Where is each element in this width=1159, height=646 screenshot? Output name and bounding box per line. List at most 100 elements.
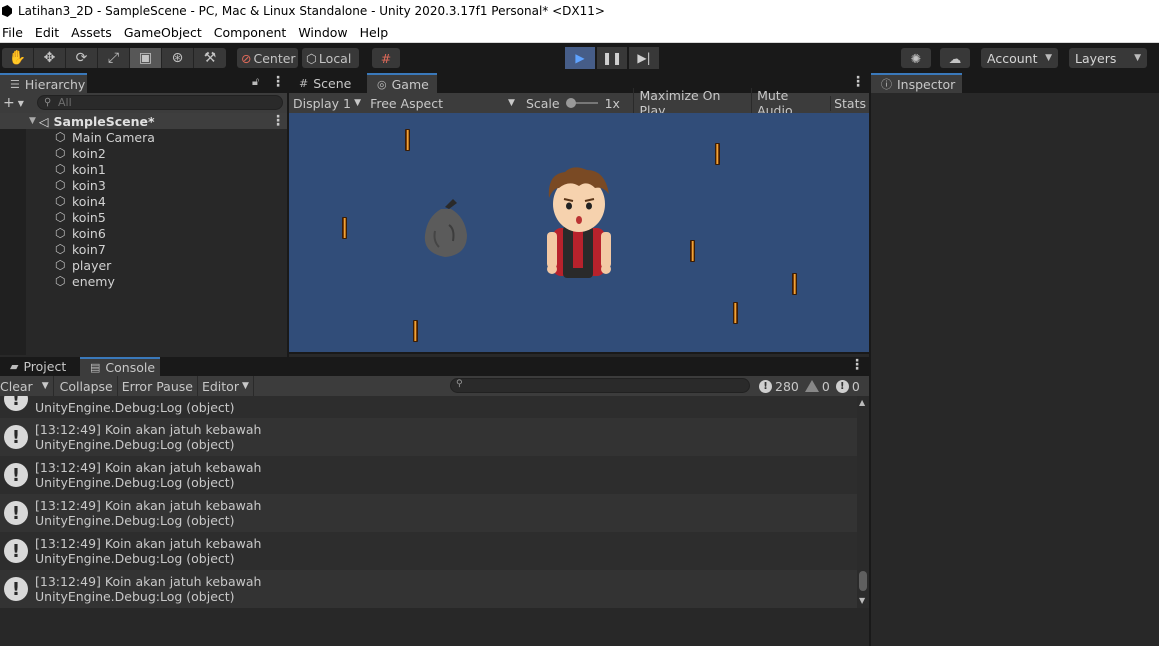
editor-dropdown[interactable]: Editor ▼ <box>198 376 254 396</box>
log-entry[interactable]: ! [13:12:49] Koin akan jatuh kebawah Unit… <box>0 532 857 570</box>
hierarchy-menu-icon[interactable]: ⋮ <box>271 74 285 90</box>
console-search-input[interactable]: ⚲ <box>450 378 750 393</box>
chevron-down-icon[interactable]: ▼ <box>18 99 24 108</box>
console-menu-icon[interactable]: ⋮ <box>850 357 864 373</box>
slider-thumb[interactable] <box>565 98 576 108</box>
pause-button[interactable]: ❚❚ <box>597 47 627 69</box>
chevron-down-icon: ▼ <box>1134 53 1141 63</box>
hierarchy-item[interactable]: ⬡ Main Camera <box>26 129 287 145</box>
tab-inspector[interactable]: ⓘ Inspector <box>871 73 962 93</box>
move-tool-button[interactable]: ✥ <box>34 48 66 68</box>
scale-slider[interactable] <box>565 98 598 108</box>
coin-sprite <box>405 129 410 151</box>
clear-label: Clear <box>0 378 33 394</box>
chevron-down-icon[interactable]: ▼ <box>42 381 49 391</box>
rect-tool-button[interactable]: ▣ <box>130 48 162 68</box>
menu-edit[interactable]: Edit <box>33 25 67 40</box>
collab-button[interactable]: ✺ <box>901 48 931 68</box>
hierarchy-search-input[interactable]: ⚲ All <box>37 95 283 110</box>
info-log-icon: ! <box>759 379 772 393</box>
hierarchy-item-label: player <box>72 257 112 273</box>
hierarchy-item[interactable]: ⬡ koin1 <box>26 161 287 177</box>
hierarchy-item[interactable]: ⬡ koin6 <box>26 225 287 241</box>
hierarchy-item[interactable]: ⬡ koin4 <box>26 193 287 209</box>
play-button[interactable]: ▶ <box>565 47 595 69</box>
log-message: [13:12:49] Koin akan jatuh kebawah <box>35 422 262 437</box>
gameobject-icon: ⬡ <box>55 257 66 272</box>
lock-icon[interactable]: 🔓︎ <box>252 75 259 89</box>
hierarchy-item[interactable]: ⬡ player <box>26 257 287 273</box>
collapse-toggle[interactable]: Collapse <box>54 376 118 396</box>
scene-row[interactable]: ▼ ◁ SampleScene* ⋮ <box>0 113 287 129</box>
chevron-down-icon[interactable]: ▼ <box>859 596 865 605</box>
display-dropdown[interactable]: Display 1 ▼ <box>289 96 364 111</box>
tab-hierarchy[interactable]: ☰ Hierarchy <box>0 73 87 93</box>
coin-sprite <box>792 273 797 295</box>
warning-count-toggle[interactable]: 0 <box>804 378 830 394</box>
menu-gameobject[interactable]: GameObject <box>122 25 210 40</box>
chevron-down-icon[interactable]: ▼ <box>29 116 36 126</box>
menu-window[interactable]: Window <box>296 25 355 40</box>
error-count-toggle[interactable]: ! 0 <box>835 379 860 394</box>
unity-logo-icon <box>2 5 12 17</box>
stats-toggle[interactable]: Stats <box>830 95 869 111</box>
tab-console[interactable]: ▤ Console <box>80 357 160 376</box>
hierarchy-gutter <box>0 129 26 355</box>
log-entry[interactable]: ! [13:12:49] Koin akan jatuh kebawah Unit… <box>0 494 857 532</box>
tab-project[interactable]: ▰ Project <box>0 357 80 376</box>
grid-snap-button[interactable]: # <box>372 48 400 68</box>
transform-tools: ✋ ✥ ⟳ ⤢ ▣ ⊛ ⚒ <box>2 48 226 68</box>
console-tab-label: Console <box>105 360 156 375</box>
rotate-tool-button[interactable]: ⟳ <box>66 48 98 68</box>
menu-help[interactable]: Help <box>358 25 397 40</box>
hierarchy-search-row: + ▼ ⚲ All <box>0 93 287 113</box>
scale-label: Scale <box>525 95 560 111</box>
hierarchy-item[interactable]: ⬡ enemy <box>26 273 287 289</box>
log-entry[interactable]: ! UnityEngine.Debug:Log (object) <box>0 396 857 418</box>
custom-tool-button[interactable]: ⚒ <box>194 48 226 68</box>
error-pause-toggle[interactable]: Error Pause <box>118 376 198 396</box>
clear-button[interactable]: Clear ▼ <box>0 376 54 396</box>
log-entry[interactable]: ! [13:12:49] Koin akan jatuh kebawah Unit… <box>0 456 857 494</box>
layers-dropdown[interactable]: Layers ▼ <box>1069 48 1147 68</box>
search-icon: ⚲ <box>44 97 52 108</box>
account-dropdown[interactable]: Account ▼ <box>981 48 1058 68</box>
log-count-toggle[interactable]: ! 280 <box>759 379 799 394</box>
log-entry[interactable]: ! [13:12:49] Koin akan jatuh kebawah Unit… <box>0 570 857 608</box>
log-count: 280 <box>775 378 799 394</box>
menu-file[interactable]: File <box>0 25 31 40</box>
game-menu-icon[interactable]: ⋮ <box>851 74 865 90</box>
hand-tool-button[interactable]: ✋ <box>2 48 34 68</box>
log-entry[interactable]: ! [13:12:49] Koin akan jatuh kebawah Unit… <box>0 418 857 456</box>
console-scrollbar[interactable]: ▲ ▼ <box>857 396 869 608</box>
scrollbar-thumb[interactable] <box>859 571 867 591</box>
aspect-dropdown[interactable]: Free Aspect ▼ <box>364 96 518 111</box>
scene-menu-icon[interactable]: ⋮ <box>271 113 285 129</box>
menu-assets[interactable]: Assets <box>69 25 120 40</box>
menu-component[interactable]: Component <box>212 25 295 40</box>
pivot-center-label: Center <box>253 50 296 66</box>
scale-icon: ⤢ <box>107 50 120 66</box>
chevron-down-icon: ▼ <box>1045 53 1052 63</box>
add-icon[interactable]: + <box>3 95 15 111</box>
scale-value: 1x <box>604 95 620 111</box>
hierarchy-item[interactable]: ⬡ koin5 <box>26 209 287 225</box>
pivot-center-toggle[interactable]: ⊘ Center <box>237 48 298 68</box>
chevron-up-icon[interactable]: ▲ <box>859 398 865 407</box>
tab-game[interactable]: ◎ Game <box>367 73 437 93</box>
tab-scene[interactable]: # Scene <box>289 73 367 93</box>
hierarchy-item[interactable]: ⬡ koin7 <box>26 241 287 257</box>
scale-tool-button[interactable]: ⤢ <box>98 48 130 68</box>
warning-count: 0 <box>821 378 830 394</box>
hierarchy-item[interactable]: ⬡ koin2 <box>26 145 287 161</box>
hierarchy-item[interactable]: ⬡ koin3 <box>26 177 287 193</box>
step-button[interactable]: ▶| <box>629 47 659 69</box>
game-view-canvas[interactable] <box>289 113 869 354</box>
layers-label: Layers <box>1075 50 1117 66</box>
pivot-local-toggle[interactable]: ⬡ Local <box>302 48 359 68</box>
transform-tool-button[interactable]: ⊛ <box>162 48 194 68</box>
gameobject-icon: ⬡ <box>55 273 66 288</box>
editor-label: Editor <box>201 378 239 394</box>
info-log-icon: ! <box>4 539 28 563</box>
cloud-button[interactable]: ☁ <box>940 48 970 68</box>
